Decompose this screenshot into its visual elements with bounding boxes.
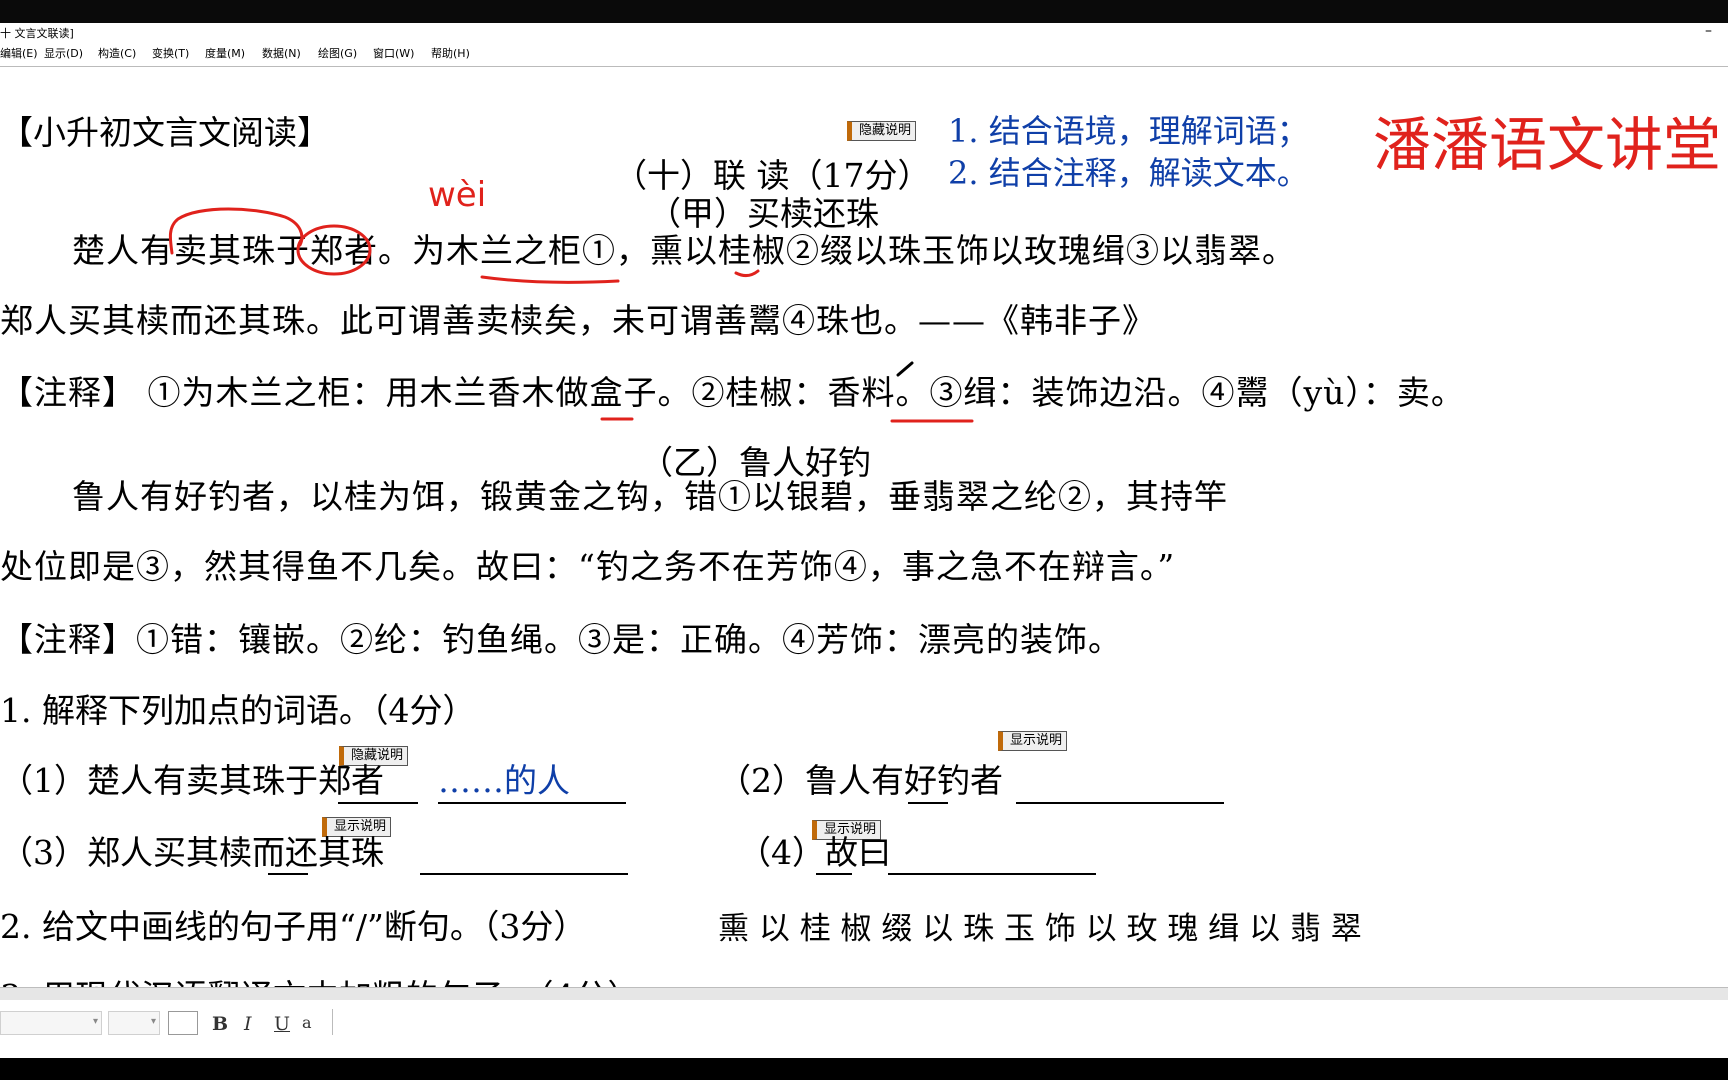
title-bar: 十 文言文联读] – xyxy=(0,23,1728,44)
test-title: （十）联 读（17分） xyxy=(614,156,931,195)
ink-underline-yi xyxy=(734,269,760,278)
window-title: 十 文言文联读] xyxy=(0,27,74,40)
font-combo[interactable]: ▾ xyxy=(0,1011,102,1035)
menu-transform[interactable]: 变换(T) xyxy=(152,44,189,64)
hide-explanation-button[interactable]: 隐藏说明 xyxy=(847,121,917,141)
minimize-button[interactable]: – xyxy=(1705,23,1712,42)
question-1-4: （4）故曰 xyxy=(738,833,891,872)
question-1: 1. 解释下列加点的词语。（4分） xyxy=(0,691,476,730)
section-title: 【小升初文言文阅读】 xyxy=(0,113,330,152)
underline-gu xyxy=(816,873,852,875)
color-swatch[interactable] xyxy=(168,1011,198,1035)
menu-construct[interactable]: 构造(C) xyxy=(98,44,136,64)
underline-button[interactable]: U xyxy=(274,1013,290,1035)
bottom-black-border xyxy=(0,1058,1728,1080)
menu-display[interactable]: 显示(D) xyxy=(44,44,83,64)
question-1-1-answer: ……的人 xyxy=(438,761,570,800)
passage-a-line2: 郑人买其椟而还其珠。此可谓善卖椟矣，未可谓善鬻④珠也。——《韩非子》 xyxy=(0,301,1156,340)
question-1-2: （2）鲁人有好钓者 xyxy=(718,761,1003,800)
passage-a-line1: 楚人有卖其珠于郑者。为木兰之柜①，熏以桂椒②缀以珠玉饰以玫瑰缉③以翡翠。 xyxy=(72,231,1296,270)
status-toolbar: ▾ ▾ B I U a xyxy=(0,987,1728,1058)
question-3: 3. 用现代汉语翻译文中加粗的句子。（4分） xyxy=(0,977,640,987)
document-canvas: 【小升初文言文阅读】 隐藏说明 1. 结合语境，理解词语； 2. 结合注释，解读… xyxy=(0,67,1728,987)
menu-window[interactable]: 窗口(W) xyxy=(373,44,414,64)
horizontal-scrollbar[interactable] xyxy=(0,987,1728,1000)
menu-help[interactable]: 帮助(H) xyxy=(431,44,470,64)
size-combo-arrow-icon: ▾ xyxy=(150,1016,156,1027)
answer-line-1 xyxy=(438,802,626,804)
answer-line-3[interactable] xyxy=(420,873,628,875)
passage-a-title: （甲）买椟还珠 xyxy=(648,194,879,233)
font-combo-arrow-icon: ▾ xyxy=(92,1016,98,1027)
special-format-button[interactable]: a xyxy=(302,1013,312,1032)
menu-measure[interactable]: 度量(M) xyxy=(205,44,245,64)
question-2-sentence: 熏 以 桂 椒 缀 以 珠 玉 饰 以 玫 瑰 缉 以 翡 翠 xyxy=(718,911,1362,947)
show-explanation-button-q2[interactable]: 显示说明 xyxy=(998,731,1068,751)
passage-a-notes: 【注释】 ①为木兰之柜：用木兰香木做盒子。②桂椒：香料。③缉：装饰边沿。④鬻（y… xyxy=(0,373,1465,412)
passage-b-line2: 处位即是③，然其得鱼不几矣。故曰：“钓之务不在芳饰④，事之急不在辩言。” xyxy=(0,547,1176,586)
top-black-border xyxy=(0,0,1728,23)
toolbar-divider xyxy=(332,1009,333,1035)
answer-line-4[interactable] xyxy=(888,873,1096,875)
app-window: 十 文言文联读] – 编辑(E) 显示(D) 构造(C) 变换(T) 度量(M)… xyxy=(0,23,1728,1058)
goal-2: 2. 结合注释，解读文本。 xyxy=(948,154,1309,192)
bold-button[interactable]: B xyxy=(212,1013,228,1035)
ink-underline-mulan xyxy=(480,275,620,284)
italic-button[interactable]: I xyxy=(244,1013,252,1035)
answer-line-2[interactable] xyxy=(1016,802,1224,804)
pinyin-annotation: wèi xyxy=(428,175,487,215)
question-2: 2. 给文中画线的句子用“/”断句。（3分） xyxy=(0,907,587,946)
goal-1: 1. 结合语境，理解词语； xyxy=(948,112,1309,150)
menu-bar: 编辑(E) 显示(D) 构造(C) 变换(T) 度量(M) 数据(N) 绘图(G… xyxy=(0,44,1728,64)
menu-draw[interactable]: 绘图(G) xyxy=(318,44,357,64)
size-combo[interactable]: ▾ xyxy=(108,1011,160,1035)
underline-hao xyxy=(908,802,948,804)
menu-data[interactable]: 数据(N) xyxy=(262,44,301,64)
menu-edit[interactable]: 编辑(E) xyxy=(0,44,38,64)
question-1-1: （1）楚人有卖其珠于郑者 xyxy=(0,761,384,800)
underline-er xyxy=(268,873,308,875)
brand-title: 潘潘语文讲堂 xyxy=(1373,111,1722,179)
passage-b-notes: 【注释】①错：镶嵌。②纶：钓鱼绳。③是：正确。④芳饰：漂亮的装饰。 xyxy=(0,620,1122,659)
underline-zhe xyxy=(338,802,418,804)
question-1-3: （3）郑人买其椟而还其珠 xyxy=(0,833,384,872)
passage-b-line1: 鲁人有好钓者，以桂为饵，锻黄金之钩，错①以银碧，垂翡翠之纶②，其持竿 xyxy=(72,477,1228,516)
